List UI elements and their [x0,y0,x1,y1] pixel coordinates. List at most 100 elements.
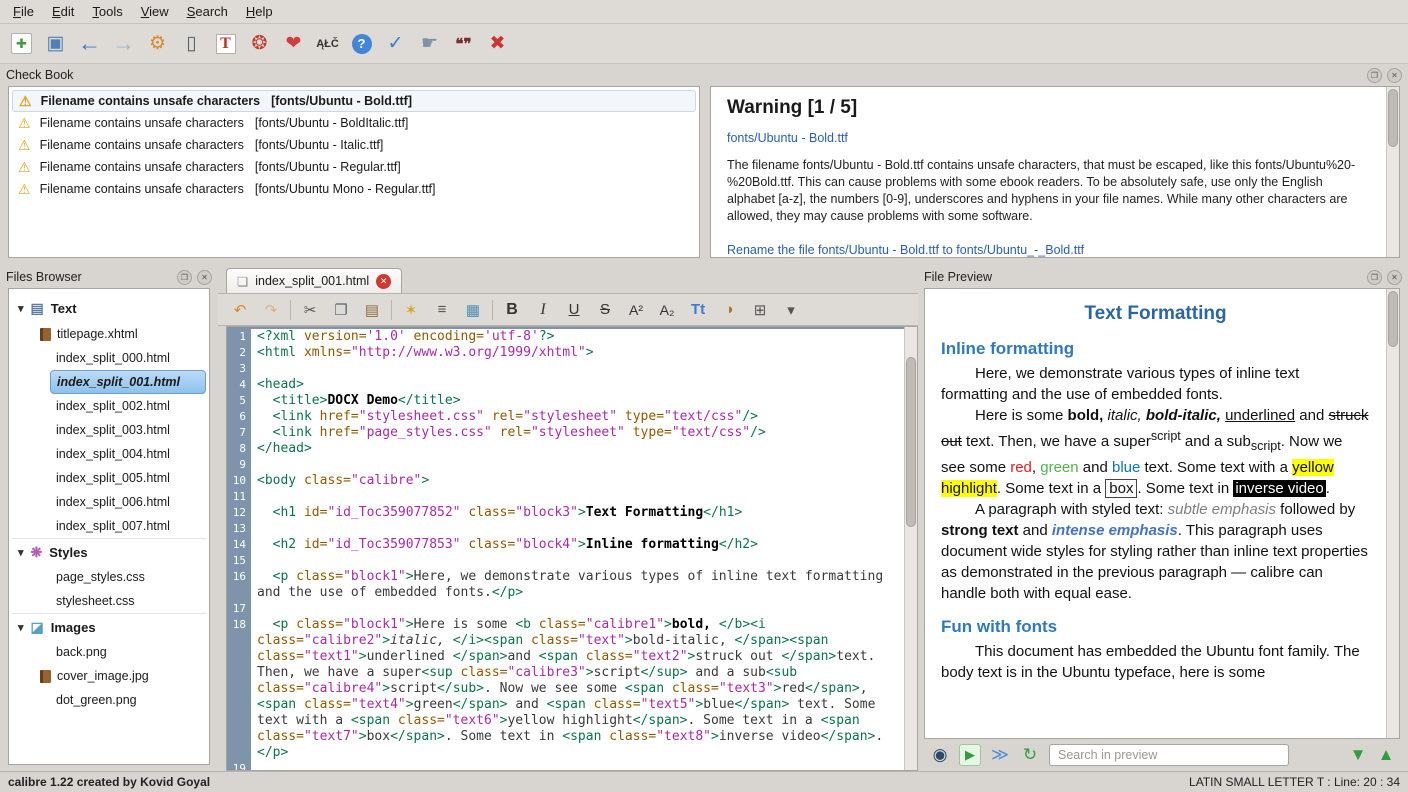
code-editor[interactable]: 1<?xml version='1.0' encoding='utf-8'?>2… [226,326,918,771]
scrollbar-thumb[interactable] [1388,291,1398,347]
close-icon[interactable]: ✕ [1387,270,1402,285]
warning-row[interactable]: ⚠Filename contains unsafe characters[fon… [12,156,696,178]
help-icon[interactable]: ? [346,28,377,59]
run-preview-icon[interactable]: ▶ [958,743,982,767]
image-icon[interactable]: ▦ [461,298,485,322]
file-item[interactable]: index_split_003.html [50,418,206,442]
code-line[interactable]: 10<body class="calibre"> [227,473,904,489]
tree-section-images[interactable]: ▾◪Images [12,613,206,640]
check-book-icon[interactable]: ❂ [244,28,275,59]
warning-row[interactable]: ⚠Filename contains unsafe characters[fon… [12,178,696,200]
announce-icon[interactable]: ☛ [414,28,445,59]
redo-icon[interactable]: ↷ [259,298,283,322]
preview-scrollbar[interactable] [1386,289,1399,738]
file-item[interactable]: titlepage.xhtml [34,322,206,346]
code-line[interactable]: 12 <h1 id="id_Toc359077852" class="block… [227,505,904,521]
menu-tools[interactable]: Tools [83,1,131,22]
refresh-preview-icon[interactable]: ↻ [1018,743,1042,767]
warning-row[interactable]: ⚠Filename contains unsafe characters[fon… [12,90,696,112]
find-next-icon[interactable]: ▼ [1346,743,1370,767]
superscript-icon[interactable]: A² [624,298,648,322]
code-line[interactable]: 8</head> [227,441,904,457]
list-icon[interactable]: ≡ [430,298,454,322]
smarten-quotes-icon[interactable]: ❝❞ [448,28,479,59]
preview-content[interactable]: Text FormattingInline formattingHere, we… [925,289,1386,738]
code-line[interactable]: 1<?xml version='1.0' encoding='utf-8'?> [227,329,904,345]
copy-icon[interactable]: ❐ [329,298,353,322]
code-line[interactable]: 15 [227,553,904,569]
code-line[interactable]: 17 [227,601,904,617]
preview-search-input[interactable] [1049,744,1289,766]
menu-search[interactable]: Search [178,1,237,22]
debug-preview-icon[interactable]: ≫ [988,743,1012,767]
warning-rename-link[interactable]: Rename the file fonts/Ubuntu - Bold.ttf … [727,243,1370,257]
warning-list[interactable]: ⚠Filename contains unsafe characters[fon… [8,86,700,258]
italic-icon[interactable]: I [531,298,555,322]
file-item[interactable]: index_split_000.html [50,346,206,370]
find-prev-icon[interactable]: ▲ [1374,743,1398,767]
code-line[interactable]: 9 [227,457,904,473]
file-item[interactable]: stylesheet.css [50,589,206,613]
file-item[interactable]: index_split_002.html [50,394,206,418]
file-item[interactable]: index_split_001.html [50,370,206,394]
cut-icon[interactable]: ✂ [298,298,322,322]
table-icon[interactable]: ⊞ [748,298,772,322]
code-line[interactable]: 6 <link href="stylesheet.css" rel="style… [227,409,904,425]
close-icon[interactable]: ✕ [197,270,212,285]
warning-row[interactable]: ⚠Filename contains unsafe characters[fon… [12,112,696,134]
forward-icon[interactable]: → [108,28,139,59]
new-file-icon[interactable]: ✚ [6,28,37,59]
file-item[interactable]: page_styles.css [50,565,206,589]
underline-icon[interactable]: U [562,298,586,322]
tree-section-styles[interactable]: ▾❋Styles [12,538,206,565]
warning-row[interactable]: ⚠Filename contains unsafe characters[fon… [12,134,696,156]
scrollbar-thumb[interactable] [906,357,916,527]
code-line[interactable]: 2<html xmlns="http://www.w3.org/1999/xht… [227,345,904,361]
file-item[interactable]: index_split_005.html [50,466,206,490]
tools-icon[interactable]: ⚙ [142,28,173,59]
warning-scrollbar[interactable] [1386,87,1399,257]
code-line[interactable]: 4<head> [227,377,904,393]
special-characters-icon[interactable]: ĄŁČ [312,28,343,59]
back-icon[interactable]: ← [74,28,105,59]
menu-edit[interactable]: Edit [43,1,83,22]
tree-section-text[interactable]: ▾▤Text [12,295,206,322]
code-line[interactable]: 11 [227,489,904,505]
remove-unused-icon[interactable]: ✖ [482,28,513,59]
code-line[interactable]: 19 [227,761,904,770]
code-line[interactable]: 5 <title>DOCX Demo</title> [227,393,904,409]
overflow-icon[interactable]: ▾ [779,298,803,322]
spell-check-icon[interactable]: ✓ [380,28,411,59]
file-item[interactable]: index_split_007.html [50,514,206,538]
menu-file[interactable]: File [4,1,43,22]
code-area[interactable]: 1<?xml version='1.0' encoding='utf-8'?>2… [227,327,904,770]
color-icon[interactable]: ◑ [717,298,741,322]
file-item[interactable]: cover_image.jpg [34,664,206,688]
file-item[interactable]: dot_green.png [50,688,206,712]
undo-icon[interactable]: ↶ [228,298,252,322]
menu-view[interactable]: View [132,1,178,22]
subscript-icon[interactable]: A₂ [655,298,679,322]
undock-icon[interactable]: ❐ [1367,68,1382,83]
code-line[interactable]: 7 <link href="page_styles.css" rel="styl… [227,425,904,441]
fonts-icon[interactable]: Tt [686,298,710,322]
code-line[interactable]: 18 <p class="block1">Here is some <b cla… [227,617,904,761]
paste-icon[interactable]: ▤ [360,298,384,322]
strikethrough-icon[interactable]: S [593,298,617,322]
undock-icon[interactable]: ❐ [177,270,192,285]
editor-scrollbar[interactable] [904,327,917,770]
save-icon[interactable]: ▣ [40,28,71,59]
file-item[interactable]: index_split_006.html [50,490,206,514]
scrollbar-thumb[interactable] [1388,89,1398,147]
detach-preview-icon[interactable]: ◉ [928,743,952,767]
file-item[interactable]: back.png [50,640,206,664]
code-line[interactable]: 3 [227,361,904,377]
text-mode-icon[interactable]: T [210,28,241,59]
code-line[interactable]: 16 <p class="block1">Here, we demonstrat… [227,569,904,601]
undock-icon[interactable]: ❐ [1367,270,1382,285]
device-icon[interactable]: ▯ [176,28,207,59]
insert-special-icon[interactable]: ✶ [399,298,423,322]
close-icon[interactable]: ✕ [1387,68,1402,83]
code-line[interactable]: 13 [227,521,904,537]
tab-index-split-001[interactable]: ❏ index_split_001.html ✕ [226,268,402,293]
